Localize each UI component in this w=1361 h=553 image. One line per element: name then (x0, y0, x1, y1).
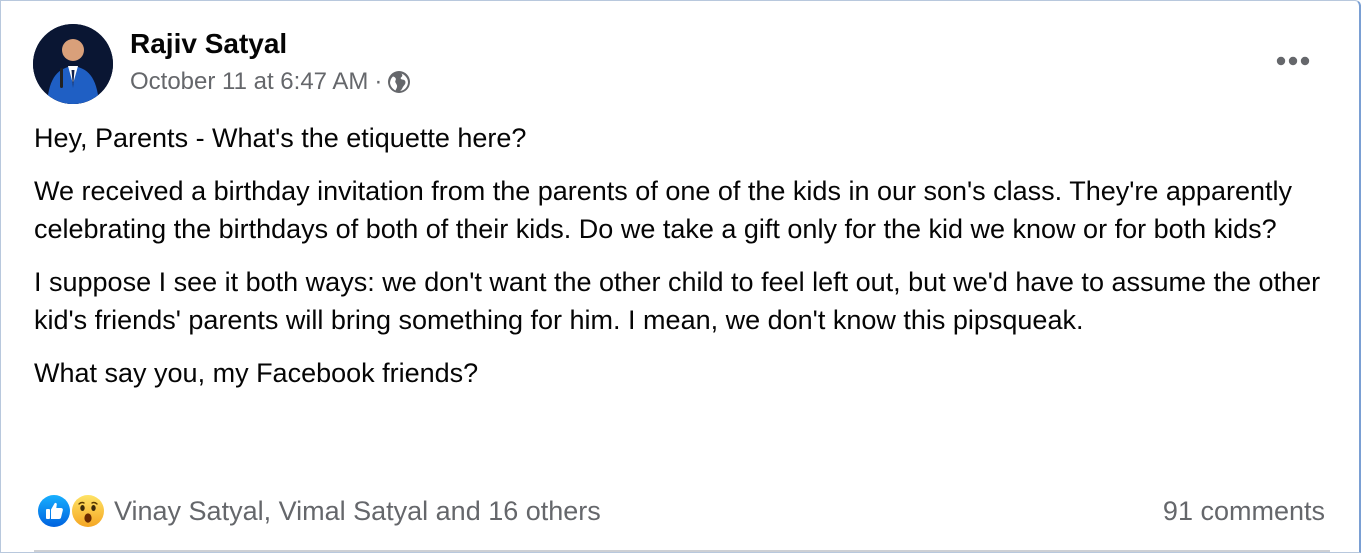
post-paragraph: We received a birthday invitation from t… (34, 176, 1292, 244)
post-card: Rajiv Satyal October 11 at 6:47 AM · Hey… (0, 0, 1361, 553)
avatar[interactable] (33, 24, 113, 104)
more-options-button[interactable] (1263, 41, 1323, 81)
post-timestamp[interactable]: October 11 at 6:47 AM (130, 68, 368, 96)
globe-icon[interactable] (387, 70, 411, 94)
post-paragraph: Hey, Parents - What's the etiquette here… (34, 123, 527, 153)
post-paragraph: What say you, my Facebook friends? (34, 358, 479, 388)
reactions-summary[interactable]: Vinay Satyal, Vimal Satyal and 16 others (36, 491, 601, 531)
post-paragraph: I suppose I see it both ways: we don't w… (34, 267, 1321, 335)
author-photo (33, 24, 113, 104)
reaction-names[interactable]: Vinay Satyal, Vimal Satyal and 16 others (114, 496, 601, 527)
like-icon (36, 493, 72, 529)
divider (34, 550, 1330, 552)
author-name[interactable]: Rajiv Satyal (130, 26, 287, 62)
post-meta: October 11 at 6:47 AM · (130, 65, 411, 99)
reaction-icons (36, 493, 106, 529)
meta-separator: · (374, 68, 383, 95)
ellipsis-icon (1276, 56, 1310, 66)
post-text: Hey, Parents - What's the etiquette here… (34, 119, 1334, 407)
comments-count[interactable]: 91 comments (1163, 491, 1325, 531)
wow-icon (70, 493, 106, 529)
